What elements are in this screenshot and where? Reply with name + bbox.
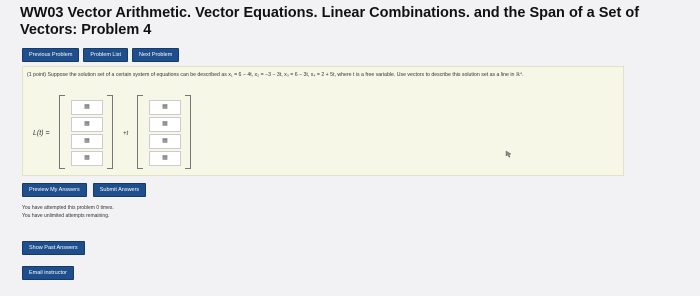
direction-entry-4[interactable]: ▦ (149, 151, 181, 166)
show-past-answers-button[interactable]: Show Past Answers (22, 241, 85, 255)
previous-problem-button[interactable]: Previous Problem (22, 48, 80, 62)
problem-list-button[interactable]: Problem List (83, 48, 128, 62)
direction-entry-2[interactable]: ▦ (149, 117, 181, 132)
point-entry-3[interactable]: ▦ (71, 134, 103, 149)
mouse-pointer-icon (505, 150, 513, 158)
next-problem-button[interactable]: Next Problem (132, 48, 180, 62)
attempted-text: You have attempted this problem 0 times. (22, 205, 114, 211)
preview-answers-button[interactable]: Preview My Answers (22, 183, 87, 197)
point-vector: ▦ ▦ ▦ ▦ (59, 95, 113, 169)
submit-answers-button[interactable]: Submit Answers (92, 183, 147, 197)
left-bracket (137, 95, 143, 169)
attempts-status: You have attempted this problem 0 times.… (22, 205, 114, 220)
problem-statement: (1 point) Suppose the solution set of a … (27, 72, 524, 78)
right-bracket (107, 95, 113, 169)
point-entry-2[interactable]: ▦ (71, 117, 103, 132)
direction-entry-3[interactable]: ▦ (149, 134, 181, 149)
problem-box: (1 point) Suppose the solution set of a … (22, 66, 624, 176)
line-function-label: L(t) = (33, 130, 50, 137)
page-title: WW03 Vector Arithmetic. Vector Equations… (20, 5, 640, 38)
point-entry-4[interactable]: ▦ (71, 151, 103, 166)
direction-entry-1[interactable]: ▦ (149, 100, 181, 115)
plus-t-label: +t (123, 131, 129, 137)
email-instructor-button[interactable]: Email instructor (22, 266, 74, 280)
left-bracket (59, 95, 65, 169)
problem-navigation: Previous Problem Problem List Next Probl… (22, 48, 180, 62)
right-bracket (185, 95, 191, 169)
point-entry-1[interactable]: ▦ (71, 100, 103, 115)
remaining-text: You have unlimited attempts remaining. (22, 212, 110, 219)
answer-buttons: Preview My Answers Submit Answers (22, 183, 147, 197)
direction-vector: ▦ ▦ ▦ ▦ (137, 95, 191, 169)
